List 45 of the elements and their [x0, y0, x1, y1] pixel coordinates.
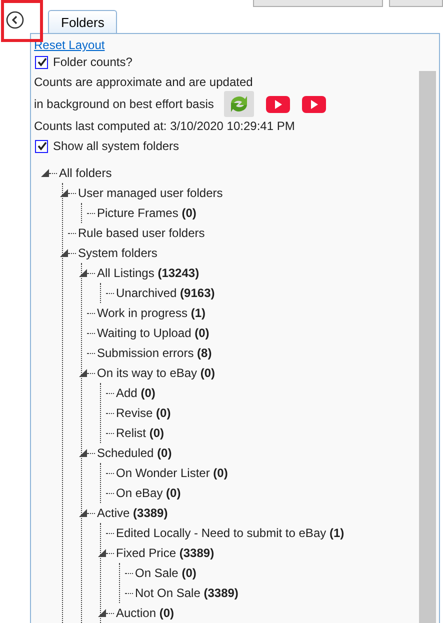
folder-item[interactable]: Scheduled (0) — [97, 446, 172, 460]
folder-item[interactable]: User managed user folders — [78, 186, 223, 200]
expanded-triangle-icon[interactable] — [78, 509, 86, 517]
checkbox-label[interactable]: Show all system folders — [53, 139, 180, 153]
expanded-triangle-icon[interactable] — [60, 249, 68, 257]
expanded-triangle-icon[interactable] — [40, 169, 48, 177]
folder-item[interactable]: Revise (0) — [116, 406, 171, 420]
folder-item[interactable]: Unarchived (9163) — [116, 286, 215, 300]
expanded-triangle-icon[interactable] — [60, 189, 68, 197]
folder-item[interactable]: All Listings (13243) — [97, 266, 200, 280]
folder-item[interactable]: Picture Frames (0) — [97, 206, 196, 220]
info-text: Counts last computed at: 3/10/2020 10:29:41 PM — [34, 118, 296, 135]
folder-item[interactable]: Relist (0) — [116, 426, 164, 440]
expanded-triangle-icon[interactable] — [78, 269, 86, 277]
back-button[interactable] — [6, 11, 24, 29]
checkbox[interactable] — [35, 140, 48, 152]
scrollbar[interactable] — [419, 71, 436, 623]
folder-item[interactable]: Submission errors (8) — [97, 346, 212, 360]
checkbox-label[interactable]: Folder counts? — [53, 55, 132, 69]
folder-item[interactable]: On its way to eBay (0) — [97, 366, 216, 380]
info-text: in background on best effort basis — [34, 97, 214, 111]
folders-tab[interactable]: Folders — [48, 10, 118, 33]
folder-item[interactable]: Work in progress (1) — [97, 306, 206, 320]
folder-item[interactable]: On Sale (0) — [135, 566, 196, 580]
folder-item[interactable]: Rule based user folders — [78, 226, 205, 240]
folder-item[interactable]: Edited Locally - Need to submit to eBay (1) — [116, 526, 344, 540]
folder-item[interactable]: System folders — [78, 246, 158, 260]
video-play-icon[interactable] — [302, 96, 326, 112]
folder-item[interactable]: Active (3389) — [97, 506, 168, 520]
expanded-triangle-icon[interactable] — [78, 449, 86, 457]
folder-item[interactable]: Not On Sale (3389) — [135, 586, 238, 600]
folder-item[interactable]: Fixed Price (3389) — [116, 546, 214, 560]
checkbox[interactable] — [35, 56, 48, 68]
expanded-triangle-icon[interactable] — [98, 549, 106, 557]
folder-item[interactable]: Add (0) — [116, 386, 156, 400]
folder-item[interactable]: Waiting to Upload (0) — [97, 326, 210, 340]
folder-item[interactable]: On Wonder Lister (0) — [116, 466, 228, 480]
expanded-triangle-icon[interactable] — [78, 369, 86, 377]
folder-item[interactable]: Auction (0) — [116, 606, 174, 620]
expanded-triangle-icon[interactable] — [98, 609, 106, 617]
folder-item[interactable]: On eBay (0) — [116, 486, 181, 500]
video-play-icon[interactable] — [266, 96, 290, 112]
refresh-icon[interactable] — [224, 91, 254, 117]
info-text: Counts are approximate and are updated — [34, 74, 254, 91]
folder-item[interactable]: All folders — [59, 166, 112, 180]
